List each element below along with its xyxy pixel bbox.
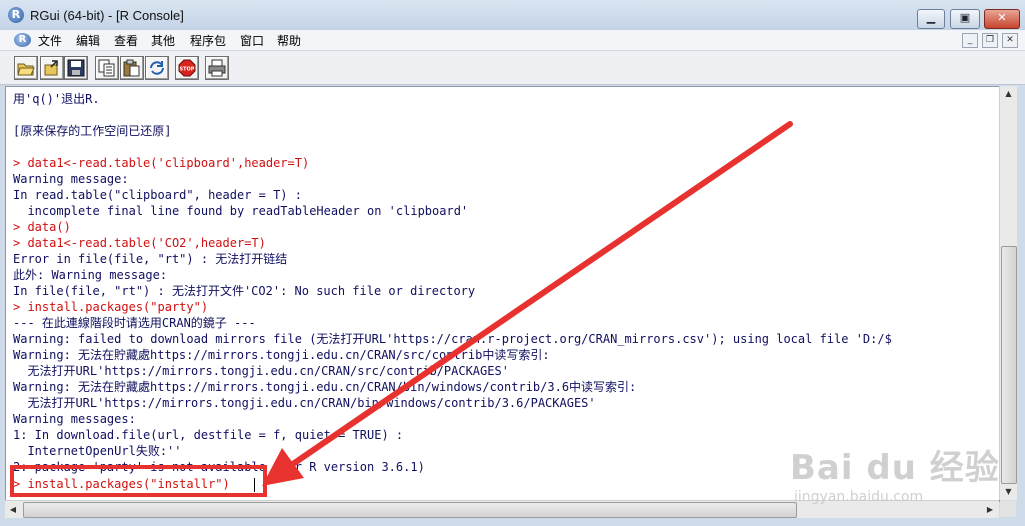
watermark-brand: Bai du 经验 (790, 448, 1000, 488)
watermark-url: jingyan.baidu.com (794, 489, 924, 505)
baidu-watermark: Bai du 经验 jingyan.baidu.com (790, 440, 1000, 505)
rgui-window: R RGui (64-bit) - [R Console] ▁ ▣ ✕ R 文件… (0, 0, 1025, 526)
annotation-highlight-box (10, 465, 267, 497)
